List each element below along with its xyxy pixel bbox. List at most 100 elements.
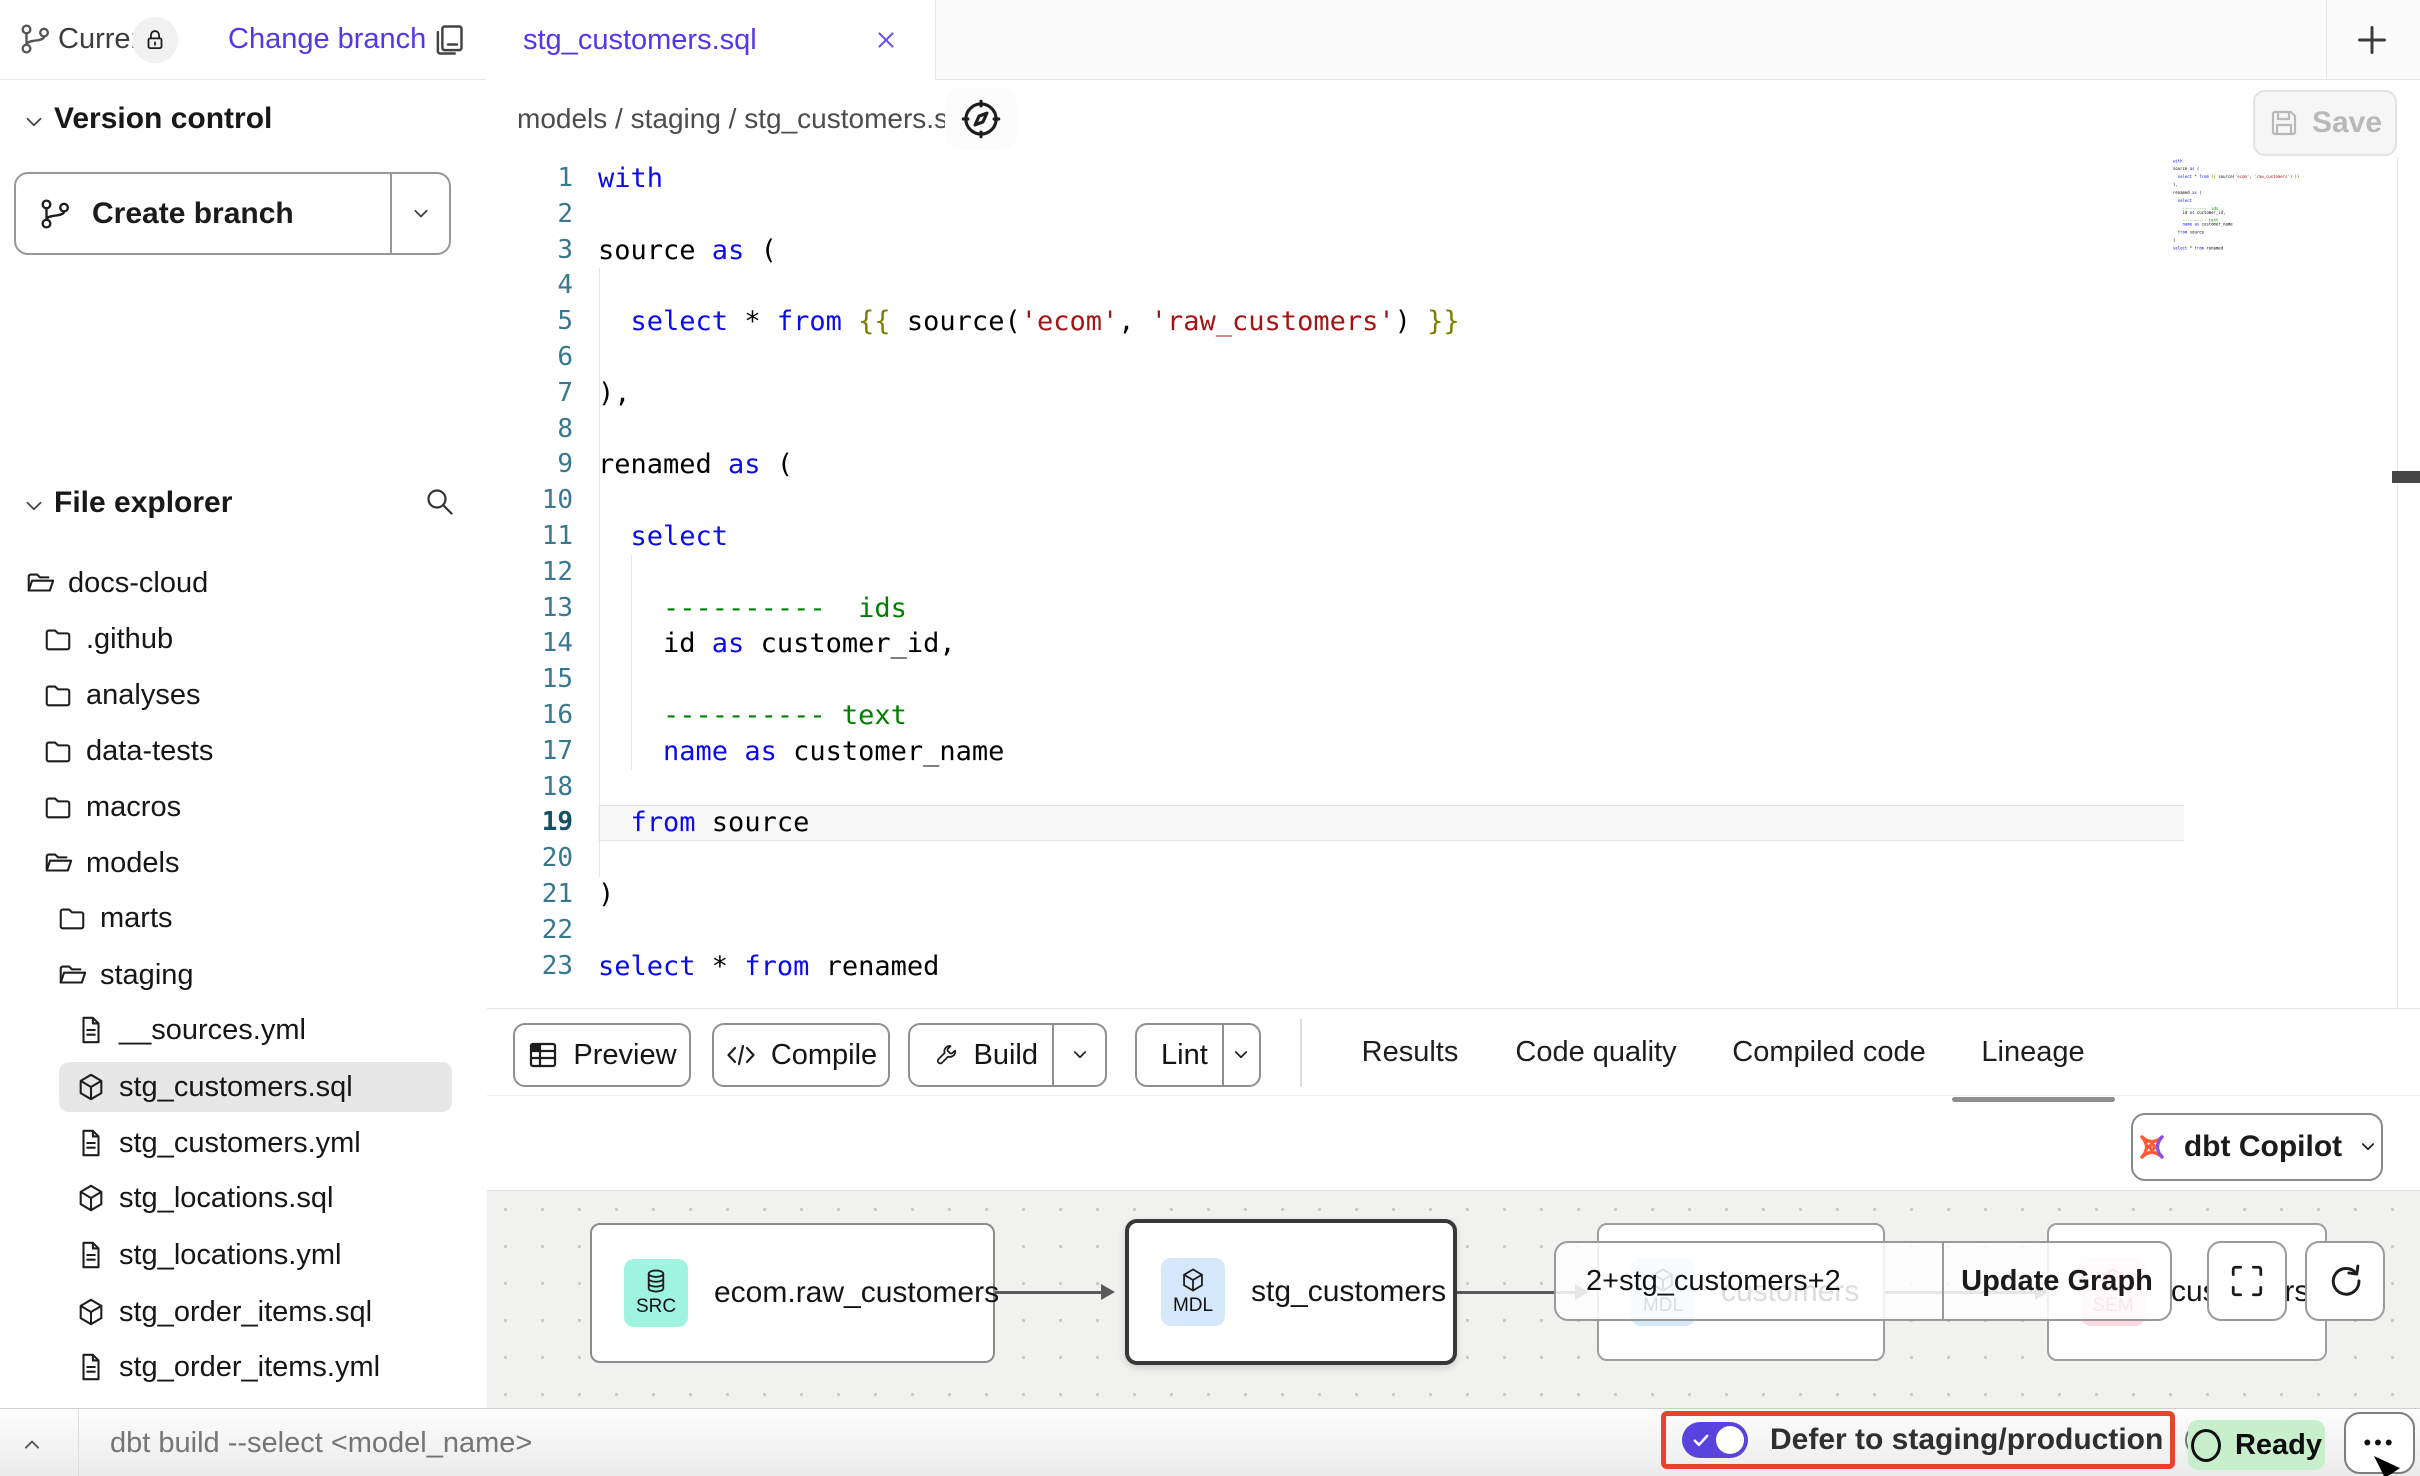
active-tab-underline	[1952, 1097, 2115, 1102]
minimap-code: with source as ( select * from {{ source…	[2173, 159, 2239, 250]
build-dropdown[interactable]	[1052, 1025, 1105, 1085]
lineage-node-ecom-raw-customers[interactable]: SRC ecom.raw_customers	[590, 1223, 995, 1363]
build-button[interactable]: Build	[908, 1023, 1107, 1087]
tree-item-macros[interactable]: macros	[43, 782, 181, 832]
command-input[interactable]: dbt build --select <model_name>	[110, 1409, 532, 1476]
statusbar-divider	[78, 1409, 79, 1476]
change-branch-link[interactable]: Change branch	[228, 0, 426, 79]
lineage-node-stg-customers[interactable]: MDL stg_customers	[1125, 1219, 1457, 1365]
model-badge: MDL	[1161, 1258, 1225, 1326]
file-explorer-chevron-icon[interactable]	[21, 493, 47, 519]
code-line: select * from {{ source('ecom', 'raw_cus…	[598, 304, 1460, 340]
tree-item-data-tests[interactable]: data-tests	[43, 726, 213, 776]
tree-item-label: marts	[100, 902, 173, 935]
collapse-chevron-up-icon[interactable]	[18, 1431, 46, 1459]
panel-tab-lineage[interactable]: Lineage	[1981, 1009, 2084, 1095]
preview-button[interactable]: Preview	[513, 1023, 691, 1087]
version-control-title: Version control	[54, 102, 272, 136]
lint-dropdown[interactable]	[1222, 1025, 1259, 1085]
database-icon	[643, 1268, 669, 1294]
lineage-canvas[interactable]: MDL customers SEM customers SRC ecom.raw…	[487, 1190, 2420, 1409]
search-icon[interactable]	[424, 486, 456, 518]
lint-button[interactable]: Lint	[1135, 1023, 1261, 1087]
create-branch-button[interactable]: Create branch	[14, 172, 451, 255]
line-number: 16	[487, 698, 573, 734]
panel-tab-results[interactable]: Results	[1362, 1009, 1459, 1095]
line-number: 23	[487, 949, 573, 985]
copy-icon[interactable]	[430, 22, 466, 58]
line-number: 11	[487, 519, 573, 555]
defer-label: Defer to staging/production	[1770, 1423, 2163, 1457]
tree-item-marts[interactable]: marts	[57, 893, 173, 943]
ready-label: Ready	[2235, 1429, 2322, 1462]
panel-tab-code-quality[interactable]: Code quality	[1515, 1009, 1676, 1095]
new-tab-plus-icon[interactable]	[2352, 20, 2392, 60]
code-editor[interactable]: 1234567891011121314151617181920212223 wi…	[487, 157, 2420, 1008]
close-icon[interactable]	[873, 27, 899, 53]
tree-item--sources-yml[interactable]: __sources.yml	[76, 1005, 306, 1055]
tab-stg-customers-sql[interactable]: stg_customers.sql	[487, 0, 936, 80]
line-number: 17	[487, 734, 573, 770]
tree-item-label: stg_order_items.yml	[119, 1351, 380, 1384]
tree-item-label: data-tests	[86, 735, 213, 768]
tree-item--github[interactable]: .github	[43, 614, 173, 664]
tree-item-stg-locations-yml[interactable]: stg_locations.yml	[76, 1230, 341, 1280]
status-badge-ready: Ready	[2188, 1420, 2325, 1470]
line-number: 15	[487, 662, 573, 698]
code-line: from source	[598, 805, 809, 841]
save-button[interactable]: Save	[2253, 90, 2397, 156]
create-branch-dropdown[interactable]	[390, 174, 449, 253]
update-graph-button[interactable]: Update Graph	[1944, 1243, 2170, 1319]
tree-item-label: models	[86, 847, 180, 880]
dbt-copilot-logo-icon	[2134, 1129, 2170, 1165]
code-line: select	[598, 519, 728, 555]
defer-toggle-highlight-box: Defer to staging/production ?	[1661, 1411, 2175, 1469]
lineage-selector-input[interactable]: 2+stg_customers+2	[1556, 1243, 1944, 1319]
panel-row-border	[487, 1095, 2420, 1096]
tree-item-label: macros	[86, 791, 181, 824]
version-control-chevron-icon[interactable]	[21, 109, 47, 135]
sidebar: Current Change branch Version control Cr…	[0, 0, 488, 1408]
lineage-edge-arrowhead	[1101, 1284, 1115, 1300]
table-icon	[527, 1039, 559, 1071]
tree-item-stg-order-items-sql[interactable]: stg_order_items.sql	[76, 1287, 372, 1337]
compile-button[interactable]: Compile	[712, 1023, 890, 1087]
code-line: ---------- text	[598, 698, 907, 734]
tree-item-stg-locations-sql[interactable]: stg_locations.sql	[76, 1173, 333, 1223]
tree-item-docs-cloud[interactable]: docs-cloud	[25, 558, 208, 608]
refresh-icon	[2326, 1262, 2364, 1300]
file-icon	[76, 1352, 106, 1382]
tree-item-label: docs-cloud	[68, 567, 208, 600]
tree-item-stg-order-items-yml[interactable]: stg_order_items.yml	[76, 1342, 380, 1392]
line-number: 8	[487, 412, 573, 448]
tree-item-label: stg_customers.sql	[119, 1071, 353, 1104]
tabstrip-divider	[2326, 0, 2327, 80]
tree-item-staging[interactable]: staging	[57, 950, 194, 1000]
lineage-edge	[995, 1291, 1101, 1294]
fullscreen-button[interactable]	[2207, 1241, 2287, 1321]
tree-item-stg-customers-yml[interactable]: stg_customers.yml	[76, 1118, 361, 1168]
node-label: stg_customers	[1251, 1275, 1446, 1309]
tree-item-models[interactable]: models	[43, 838, 180, 888]
tree-item-label: staging	[100, 959, 194, 992]
folder-icon	[43, 680, 73, 710]
dbt-copilot-label: dbt Copilot	[2184, 1130, 2342, 1164]
panel-tab-compiled-code[interactable]: Compiled code	[1732, 1009, 1925, 1095]
refresh-button[interactable]	[2305, 1241, 2385, 1321]
folder-open-icon	[25, 568, 55, 598]
line-number: 13	[487, 591, 573, 627]
minimap-divider	[2397, 157, 2398, 1008]
line-number: 5	[487, 304, 573, 340]
lineage-compass-icon[interactable]	[945, 88, 1017, 150]
tree-item-label: stg_locations.yml	[119, 1239, 341, 1272]
line-number: 7	[487, 376, 573, 412]
breadcrumb: models / staging / stg_customers.sql	[517, 80, 970, 157]
dbt-copilot-button[interactable]: dbt Copilot	[2131, 1113, 2383, 1181]
minimap[interactable]: with source as ( select * from {{ source…	[2173, 159, 2373, 435]
defer-toggle[interactable]	[1682, 1422, 1748, 1458]
file-icon	[76, 1015, 106, 1045]
tree-item-analyses[interactable]: analyses	[43, 670, 200, 720]
tree-item-label: stg_locations.sql	[119, 1182, 333, 1215]
tree-item-stg-customers-sql[interactable]: stg_customers.sql	[76, 1062, 353, 1112]
file-icon	[76, 1240, 106, 1270]
